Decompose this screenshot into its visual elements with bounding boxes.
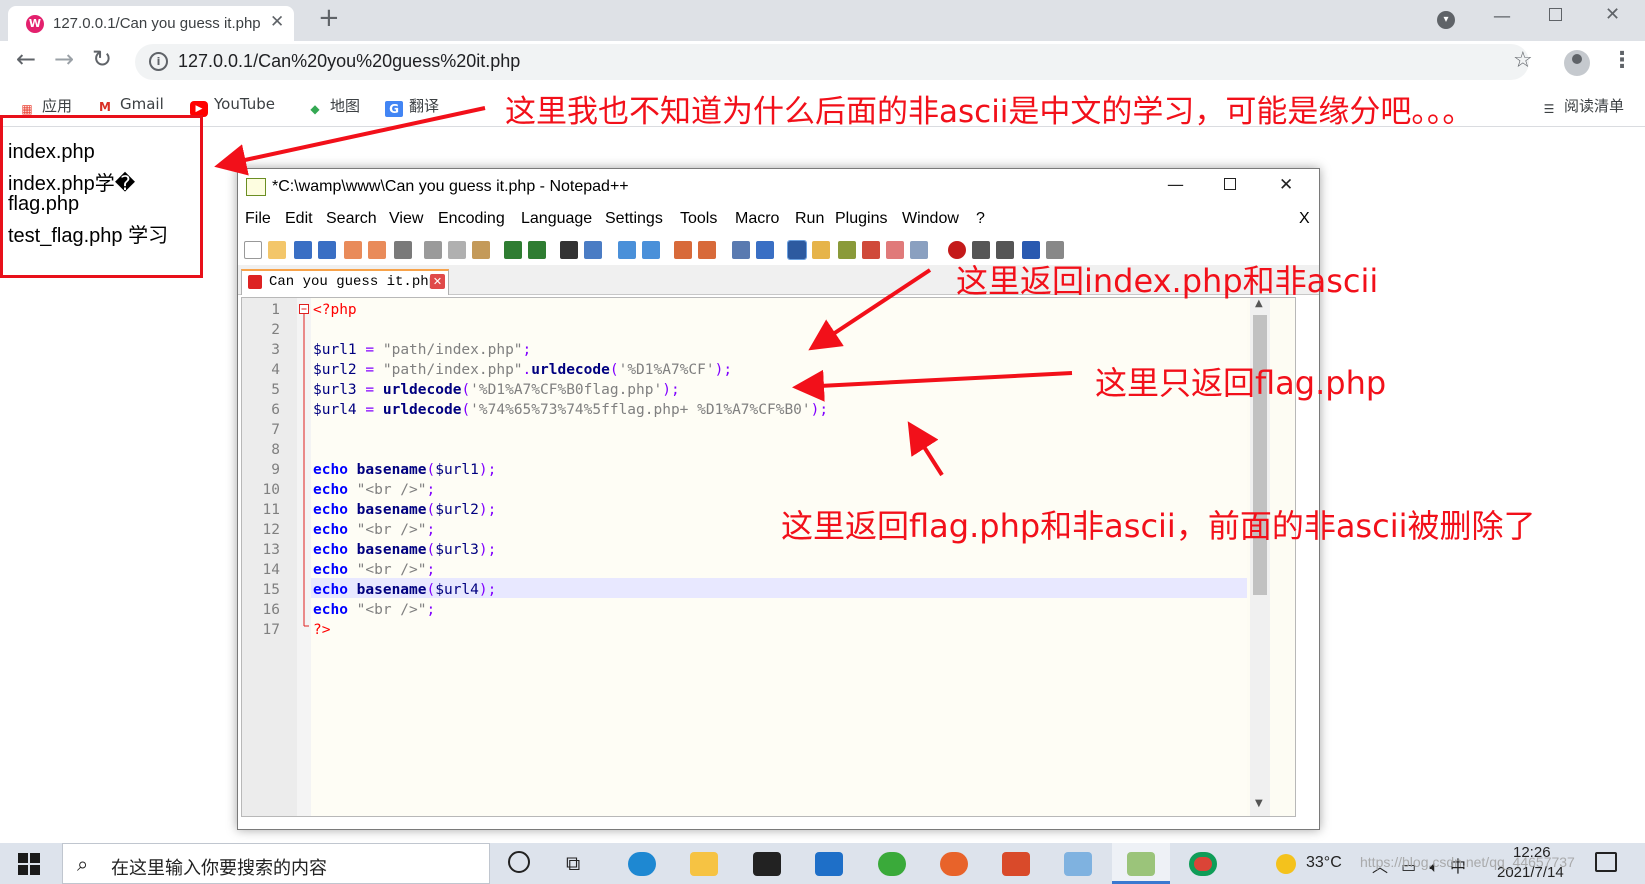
arrow-to-line-5 [792, 369, 1073, 402]
file-explorer-icon[interactable] [690, 852, 718, 876]
chrome-icon[interactable] [1189, 852, 1217, 876]
browser-360-icon[interactable] [878, 852, 906, 876]
edge-icon[interactable] [628, 852, 656, 876]
notepad-plus-plus-icon [1127, 852, 1155, 876]
taskbar-notepad-active[interactable] [1112, 843, 1170, 884]
mail-icon[interactable] [815, 852, 843, 876]
taskbar-search-box[interactable]: ⌕ 在这里输入你要搜索的内容 [62, 843, 490, 884]
notes-icon[interactable] [1064, 852, 1092, 876]
temperature[interactable]: 33°C [1306, 854, 1342, 872]
search-icon: ⌕ [77, 852, 89, 876]
store-icon[interactable] [753, 852, 781, 876]
arrow-to-line-6 [907, 421, 944, 477]
notification-center-icon[interactable] [1595, 852, 1617, 872]
firefox-icon[interactable] [940, 852, 968, 876]
arrow-to-line-4 [808, 268, 932, 351]
watermark: https://blog.csdn.net/qq_44657737 [1360, 854, 1575, 870]
annotation-arrows [214, 106, 1073, 477]
weather-sun-icon[interactable] [1276, 854, 1296, 874]
windows-start-icon[interactable] [18, 853, 40, 875]
task-view-icon[interactable]: ⧉ [566, 851, 580, 875]
office-icon[interactable] [1002, 852, 1030, 876]
arrow-to-output [214, 106, 486, 176]
cortana-icon[interactable] [508, 851, 530, 873]
search-placeholder: 在这里输入你要搜索的内容 [111, 858, 327, 879]
